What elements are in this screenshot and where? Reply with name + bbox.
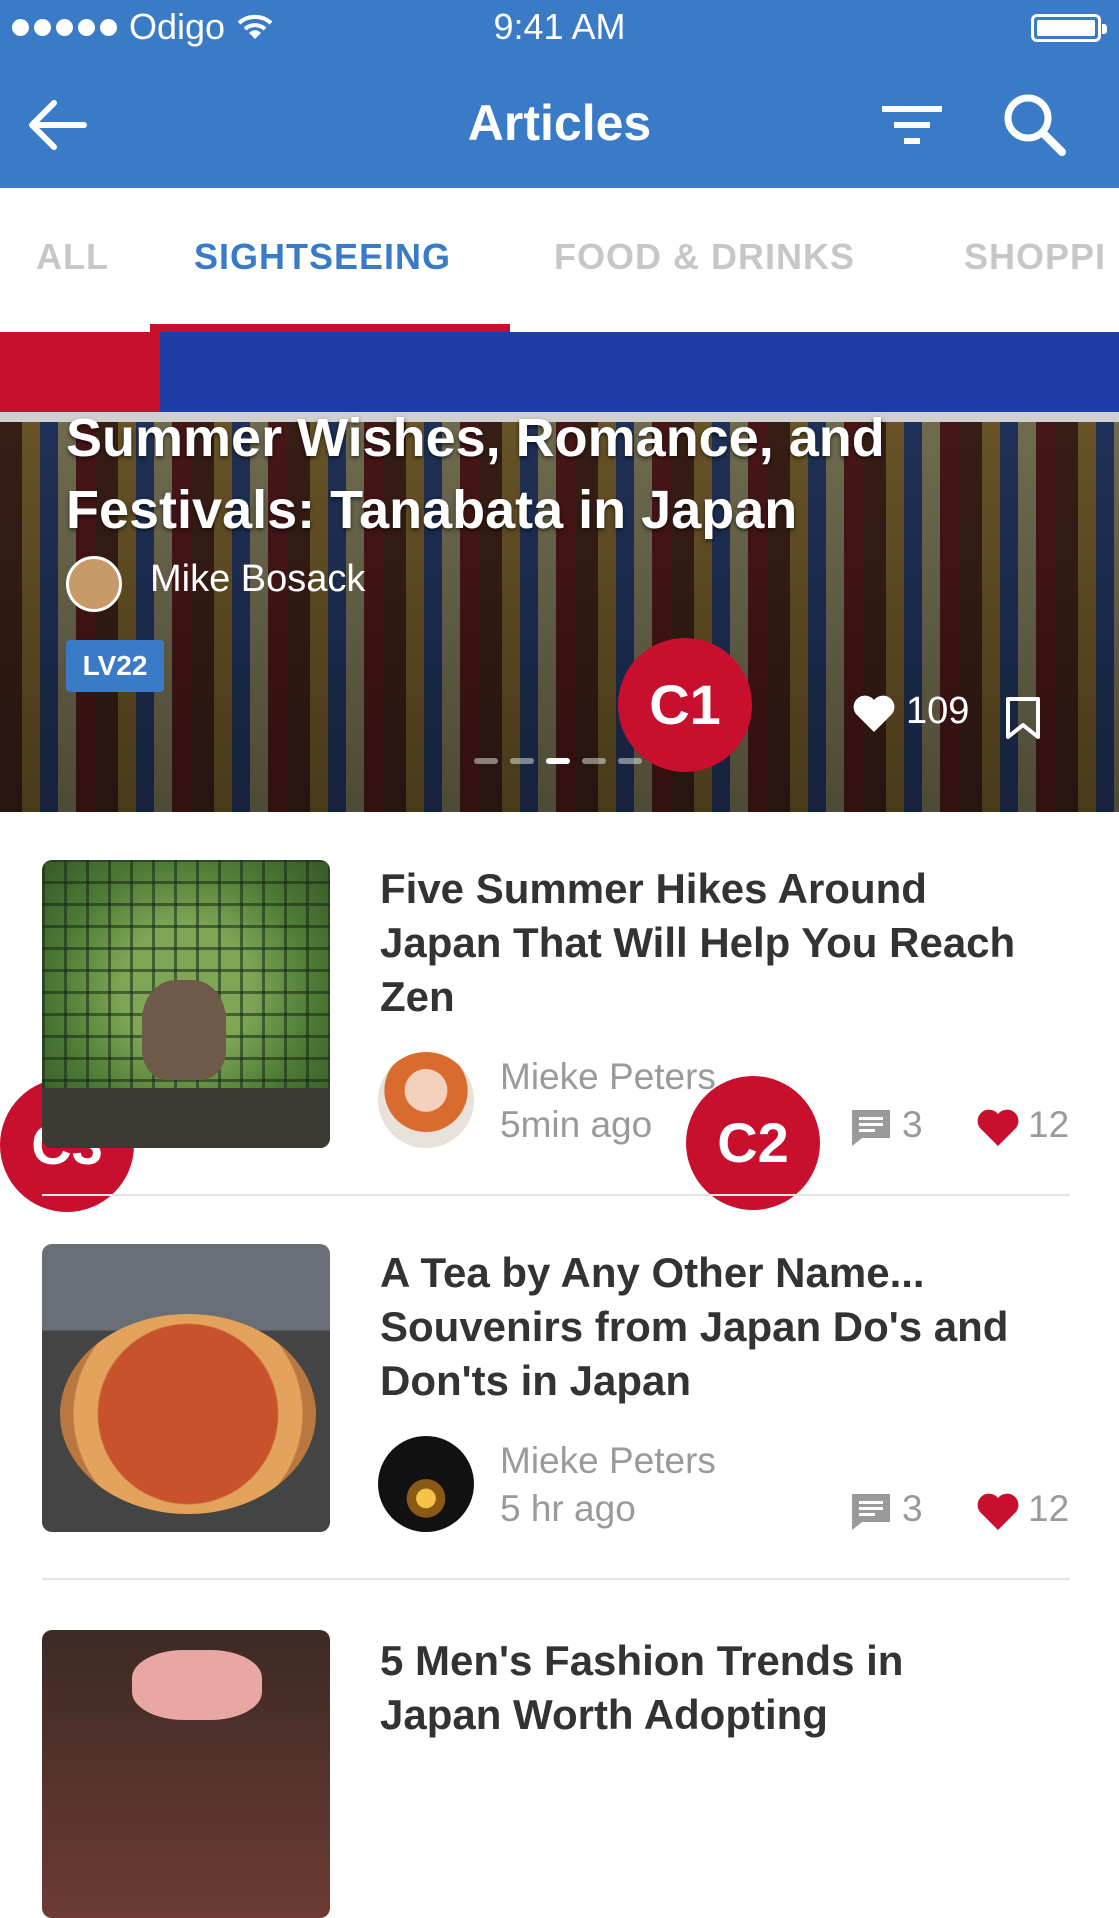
- heart-icon[interactable]: [976, 1492, 1020, 1532]
- comment-icon[interactable]: [850, 1108, 892, 1148]
- battery-icon: [1031, 14, 1107, 42]
- article-title[interactable]: Five Summer Hikes Around Japan That Will…: [380, 862, 1020, 1024]
- like-count: 12: [1028, 1488, 1070, 1529]
- article-thumbnail[interactable]: [42, 860, 330, 1148]
- carousel-dot[interactable]: [546, 758, 570, 764]
- heart-icon[interactable]: [976, 1108, 1020, 1148]
- avatar[interactable]: [378, 1436, 474, 1532]
- active-tab-indicator: [150, 324, 510, 332]
- category-tabs: ALL SIGHTSEEING FOOD & DRINKS SHOPPI: [0, 188, 1119, 332]
- article-title[interactable]: A Tea by Any Other Name... Souvenirs fro…: [380, 1246, 1020, 1408]
- filter-icon[interactable]: [880, 94, 944, 158]
- list-item[interactable]: A Tea by Any Other Name... Souvenirs fro…: [0, 1196, 1119, 1580]
- carousel-pager[interactable]: [474, 758, 642, 764]
- avatar[interactable]: [378, 1052, 474, 1148]
- tab-food-drinks[interactable]: FOOD & DRINKS: [554, 188, 855, 332]
- page-title: Articles: [467, 95, 652, 151]
- featured-like-count: 109: [906, 690, 970, 732]
- article-thumbnail[interactable]: [42, 1244, 330, 1532]
- carousel-dot[interactable]: [582, 758, 606, 764]
- list-item[interactable]: Five Summer Hikes Around Japan That Will…: [0, 812, 1119, 1196]
- featured-author-name[interactable]: Mike Bosack: [150, 558, 365, 601]
- status-time: 9:41 AM: [493, 6, 626, 47]
- heart-icon[interactable]: [852, 694, 896, 734]
- featured-author-avatar[interactable]: [66, 556, 122, 612]
- post-time: 5min ago: [500, 1104, 653, 1145]
- search-icon[interactable]: [998, 88, 1070, 160]
- article-title[interactable]: 5 Men's Fashion Trends in Japan Worth Ad…: [380, 1634, 1020, 1742]
- tab-all[interactable]: ALL: [36, 188, 109, 332]
- comment-count: 3: [902, 1488, 923, 1529]
- carousel-dot[interactable]: [618, 758, 642, 764]
- carousel-dot[interactable]: [474, 758, 498, 764]
- nav-bar: Articles: [0, 66, 1119, 188]
- author-name[interactable]: Mieke Peters: [500, 1440, 716, 1482]
- carousel-dot[interactable]: [510, 758, 534, 764]
- status-bar: Odigo 9:41 AM: [0, 0, 1119, 56]
- bookmark-icon[interactable]: [1004, 696, 1042, 740]
- featured-article-title[interactable]: Summer Wishes, Romance, and Festivals: T…: [66, 402, 966, 546]
- comment-count: 3: [902, 1104, 923, 1145]
- featured-article-card[interactable]: Summer Wishes, Romance, and Festivals: T…: [0, 332, 1119, 812]
- post-time: 5 hr ago: [500, 1488, 636, 1529]
- top-bar: Odigo 9:41 AM Articles: [0, 0, 1119, 188]
- tab-shopping[interactable]: SHOPPI: [964, 188, 1106, 332]
- level-badge: LV22: [66, 640, 164, 692]
- article-thumbnail[interactable]: [42, 1630, 330, 1918]
- author-name[interactable]: Mieke Peters: [500, 1056, 716, 1098]
- like-count: 12: [1028, 1104, 1070, 1145]
- annotation-marker-c1: C1: [618, 638, 752, 772]
- comment-icon[interactable]: [850, 1492, 892, 1532]
- tab-sightseeing[interactable]: SIGHTSEEING: [194, 188, 451, 332]
- list-item[interactable]: 5 Men's Fashion Trends in Japan Worth Ad…: [0, 1580, 1119, 1918]
